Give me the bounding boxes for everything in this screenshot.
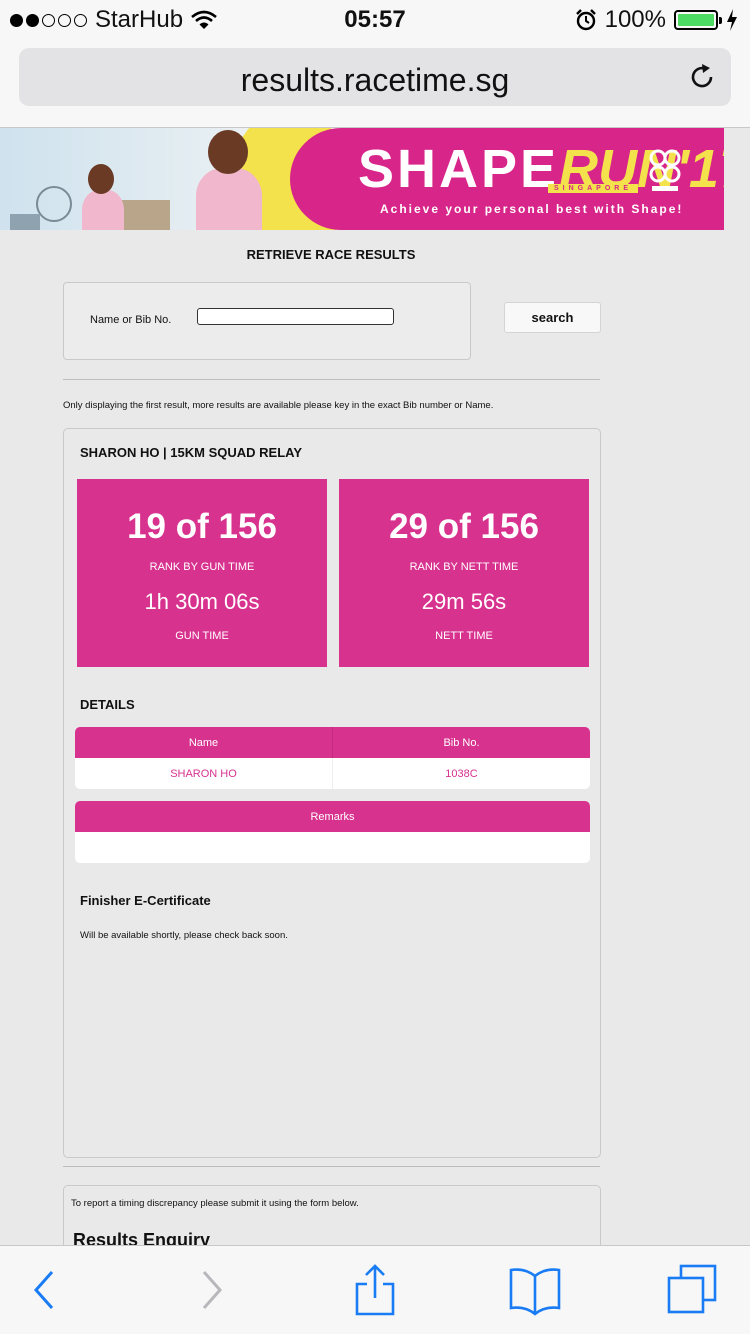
gun-time-label: GUN TIME — [175, 630, 229, 642]
ferris-wheel-graphic — [36, 186, 72, 222]
remarks-header: Remarks — [75, 801, 590, 832]
enquiry-panel: To report a timing discrepancy please su… — [63, 1185, 601, 1245]
bib-number-cell: 1038C — [332, 758, 590, 789]
event-banner: SHAPERUN'17 SINGAPORE Achieve your perso… — [0, 128, 724, 230]
forward-icon[interactable] — [184, 1264, 240, 1316]
alarm-icon — [575, 9, 596, 31]
enquiry-note: To report a timing discrepancy please su… — [71, 1198, 359, 1209]
column-header-name: Name — [188, 736, 219, 749]
nett-time-card: 29 of 156 RANK BY NETT TIME 29m 56s NETT… — [339, 479, 589, 667]
browser-toolbar — [0, 1245, 750, 1334]
nett-rank: 29 of 156 — [389, 507, 539, 546]
result-panel: SHARON HO | 15KM SQUAD RELAY 19 of 156 R… — [63, 428, 601, 1158]
page-title: RETRIEVE RACE RESULTS — [246, 247, 416, 262]
certificate-text: Will be available shortly, please check … — [80, 930, 288, 941]
nett-time-label: NETT TIME — [435, 630, 493, 642]
share-icon[interactable] — [347, 1264, 403, 1316]
runner-heading: SHARON HO | 15KM SQUAD RELAY — [80, 445, 303, 460]
divider — [63, 1166, 600, 1167]
nett-rank-label: RANK BY NETT TIME — [409, 561, 519, 573]
url-text[interactable]: results.racetime.sg — [19, 62, 731, 99]
tabs-icon[interactable] — [665, 1264, 721, 1316]
results-note: Only displaying the first result, more r… — [63, 400, 494, 411]
divider — [63, 379, 600, 380]
certificate-title: Finisher E-Certificate — [80, 893, 211, 908]
details-title: DETAILS — [80, 697, 135, 712]
banner-tagline: Achieve your personal best with Shape! — [380, 202, 684, 216]
page-content: RETRIEVE RACE RESULTS Name or Bib No. se… — [0, 230, 750, 1245]
gun-time: 1h 30m 06s — [144, 589, 260, 614]
address-bar[interactable]: results.racetime.sg — [19, 48, 731, 106]
browser-address-area: results.racetime.sg — [0, 40, 750, 128]
search-input[interactable] — [197, 308, 394, 325]
enquiry-title: Results Enquiry — [73, 1230, 211, 1245]
shape-logo-icon — [649, 149, 681, 191]
gun-rank-label: RANK BY GUN TIME — [149, 561, 255, 573]
reload-icon[interactable] — [687, 62, 717, 92]
table-row: SHARON HO 1038C — [75, 758, 590, 789]
column-header-bib: Bib No. — [332, 727, 590, 758]
status-bar: StarHub 05:57 100% — [0, 0, 750, 40]
search-label: Name or Bib No. — [90, 314, 172, 326]
remarks-table: Remarks — [75, 801, 590, 863]
banner-country: SINGAPORE — [548, 184, 639, 193]
bookmarks-icon[interactable] — [507, 1264, 563, 1316]
gun-rank: 19 of 156 — [127, 507, 277, 546]
search-button[interactable]: search — [504, 302, 601, 333]
runner-photo — [196, 168, 262, 230]
battery-icon — [674, 10, 722, 30]
runner-photo — [82, 190, 124, 230]
charging-icon — [727, 9, 737, 31]
details-table: Name Bib No. SHARON HO 1038C — [75, 727, 590, 789]
back-icon[interactable] — [16, 1264, 72, 1316]
remarks-cell — [75, 832, 590, 863]
gun-time-card: 19 of 156 RANK BY GUN TIME 1h 30m 06s GU… — [77, 479, 327, 667]
details-table-header: Name Bib No. — [75, 727, 590, 758]
nett-time: 29m 56s — [421, 589, 507, 614]
runner-name-cell: SHARON HO — [170, 767, 237, 780]
table-row — [75, 832, 590, 863]
battery-percent: 100% — [604, 6, 666, 33]
search-form: Name or Bib No. — [63, 282, 471, 360]
column-header-remarks: Remarks — [310, 810, 355, 823]
